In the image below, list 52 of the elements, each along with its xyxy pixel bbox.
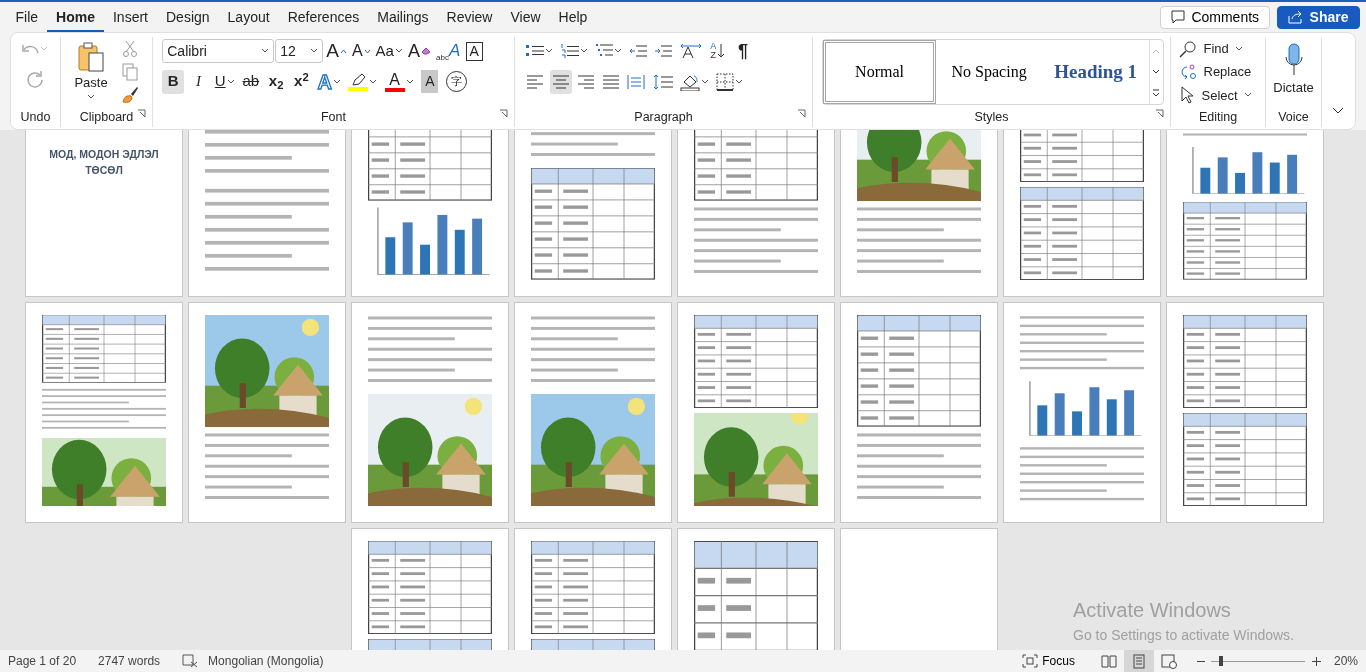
select-button[interactable]: Select: [1177, 83, 1255, 107]
find-button[interactable]: Find: [1177, 37, 1255, 61]
menu-tab[interactable]: References: [278, 2, 369, 32]
focus-button[interactable]: Focus: [1016, 650, 1081, 672]
page-count[interactable]: Page 1 of 20: [8, 652, 77, 670]
underline-button[interactable]: U: [212, 69, 237, 94]
menu-tab[interactable]: Home: [47, 2, 104, 32]
activation-message: Go to Settings to activate Windows.: [1073, 626, 1294, 645]
group-label: Voice: [1278, 108, 1309, 126]
group-label: Clipboard: [79, 108, 134, 126]
case-button[interactable]: Aa: [373, 39, 405, 63]
group-label: Font: [321, 108, 346, 126]
group-label: Styles: [974, 108, 1009, 126]
menu-tab[interactable]: View: [501, 2, 550, 32]
group-label: Undo: [20, 108, 51, 126]
paste-button[interactable]: Paste: [67, 37, 115, 105]
grow-button[interactable]: A: [324, 39, 349, 63]
activation-title: Activate Windows: [1073, 598, 1232, 623]
italic-button[interactable]: I: [187, 69, 210, 94]
clear-button[interactable]: A: [405, 39, 433, 63]
font-size-field[interactable]: 12: [275, 39, 324, 63]
font-name-field[interactable]: Calibri: [162, 39, 275, 63]
menu-tab[interactable]: Layout: [218, 2, 279, 32]
menu-tab[interactable]: Design: [157, 2, 219, 32]
replace-button[interactable]: Replace: [1177, 60, 1255, 84]
dictate-button[interactable]: Dictate: [1272, 37, 1315, 103]
border-button[interactable]: A: [463, 39, 486, 63]
word-count[interactable]: 2747 words: [98, 652, 161, 670]
menu-tab[interactable]: Review: [437, 2, 502, 32]
bold-button[interactable]: B: [162, 69, 185, 94]
style-option[interactable]: Normal: [823, 40, 936, 104]
share-button[interactable]: Share: [1276, 5, 1360, 29]
document-title: ТӨСӨЛ: [85, 162, 123, 178]
marks-button[interactable]: ¶: [732, 39, 754, 63]
menu-tab[interactable]: Mailings: [368, 2, 438, 32]
menu-tab[interactable]: File: [6, 2, 48, 32]
document-title: МОД, МОДОН ЭДЛЭЛ: [49, 147, 159, 162]
menu-tab[interactable]: Insert: [103, 2, 157, 32]
group-label: Editing: [1198, 108, 1238, 126]
shading-button[interactable]: A: [418, 69, 441, 94]
document-page[interactable]: МОД, МОДОН ЭДЛЭЛ ТӨСӨЛ: [26, 130, 182, 296]
group-label: Paragraph: [634, 108, 693, 126]
subscript-button[interactable]: x$_{2}$: [265, 69, 288, 94]
strike-button[interactable]: ab: [239, 69, 262, 94]
shrink-button[interactable]: A: [349, 39, 373, 63]
superscript-button[interactable]: x$^{2}$: [290, 69, 313, 94]
zoom-level[interactable]: 20%: [1333, 652, 1358, 670]
sort-button[interactable]: A Z: [706, 39, 729, 63]
menu-tab[interactable]: Help: [549, 2, 597, 32]
fontcolor-button[interactable]: A: [382, 69, 416, 94]
language-indicator[interactable]: Mongolian (Mongolia): [208, 652, 324, 670]
comments-button[interactable]: Comments: [1160, 5, 1271, 29]
